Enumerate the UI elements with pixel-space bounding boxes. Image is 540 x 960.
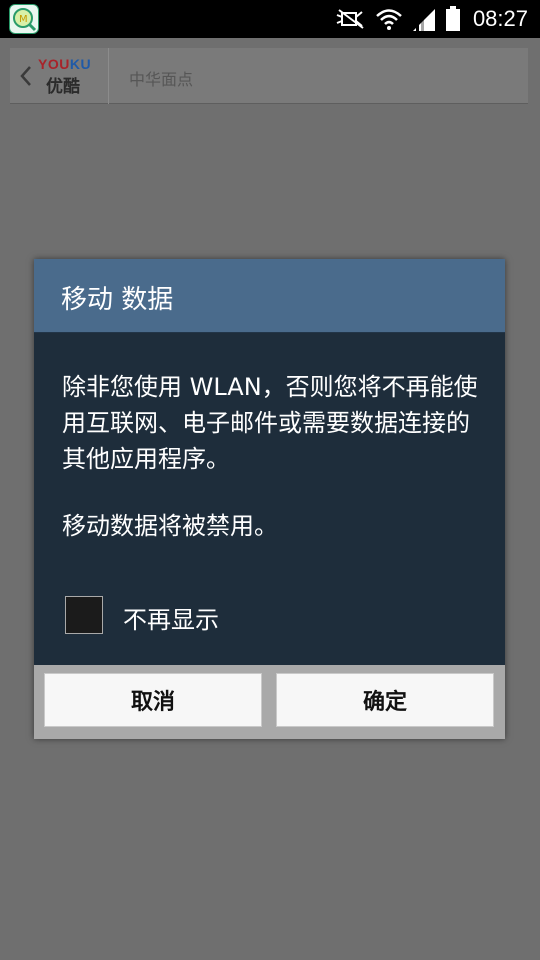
dont-show-again-label[interactable]: 不再显示 [123,600,219,635]
logo-text-en: YOUKU [38,56,92,72]
app-bar-divider [108,48,109,104]
status-time: 08:27 [472,6,528,31]
ok-button[interactable]: 确定 [276,673,494,727]
logo-text-cn: 优酷 [46,77,80,97]
status-icons: 08:27 [335,0,528,38]
dialog-message: 除非您使用 WLAN，否则您将不再能使用互联网、电子邮件或需要数据连接的其他应用… [62,373,478,473]
signal-icon [412,9,435,31]
mute-icon [336,9,364,29]
app-bar: YOUKU 优酷 中华面点 [10,48,528,104]
dialog-note: 移动数据将被禁用。 [62,512,278,540]
mobile-data-dialog: 移动 数据 除非您使用 WLAN，否则您将不再能使用互联网、电子邮件或需要数据连… [34,259,505,739]
app-notification-icon: M [9,4,39,34]
app-bar-title: 中华面点 [129,70,194,89]
svg-text:M: M [19,14,28,25]
wifi-icon [376,9,402,30]
youku-logo[interactable]: YOUKU 优酷 [38,56,102,97]
dont-show-again-checkbox[interactable] [65,596,103,634]
cancel-button[interactable]: 取消 [44,673,262,727]
dialog-title: 移动 数据 [61,285,174,315]
battery-icon [445,6,460,31]
dialog-button-bar: 取消 确定 [34,665,505,739]
dialog-header: 移动 数据 [34,259,505,333]
status-bar: M 08:27 [0,0,540,38]
back-chevron-icon[interactable] [20,65,32,87]
